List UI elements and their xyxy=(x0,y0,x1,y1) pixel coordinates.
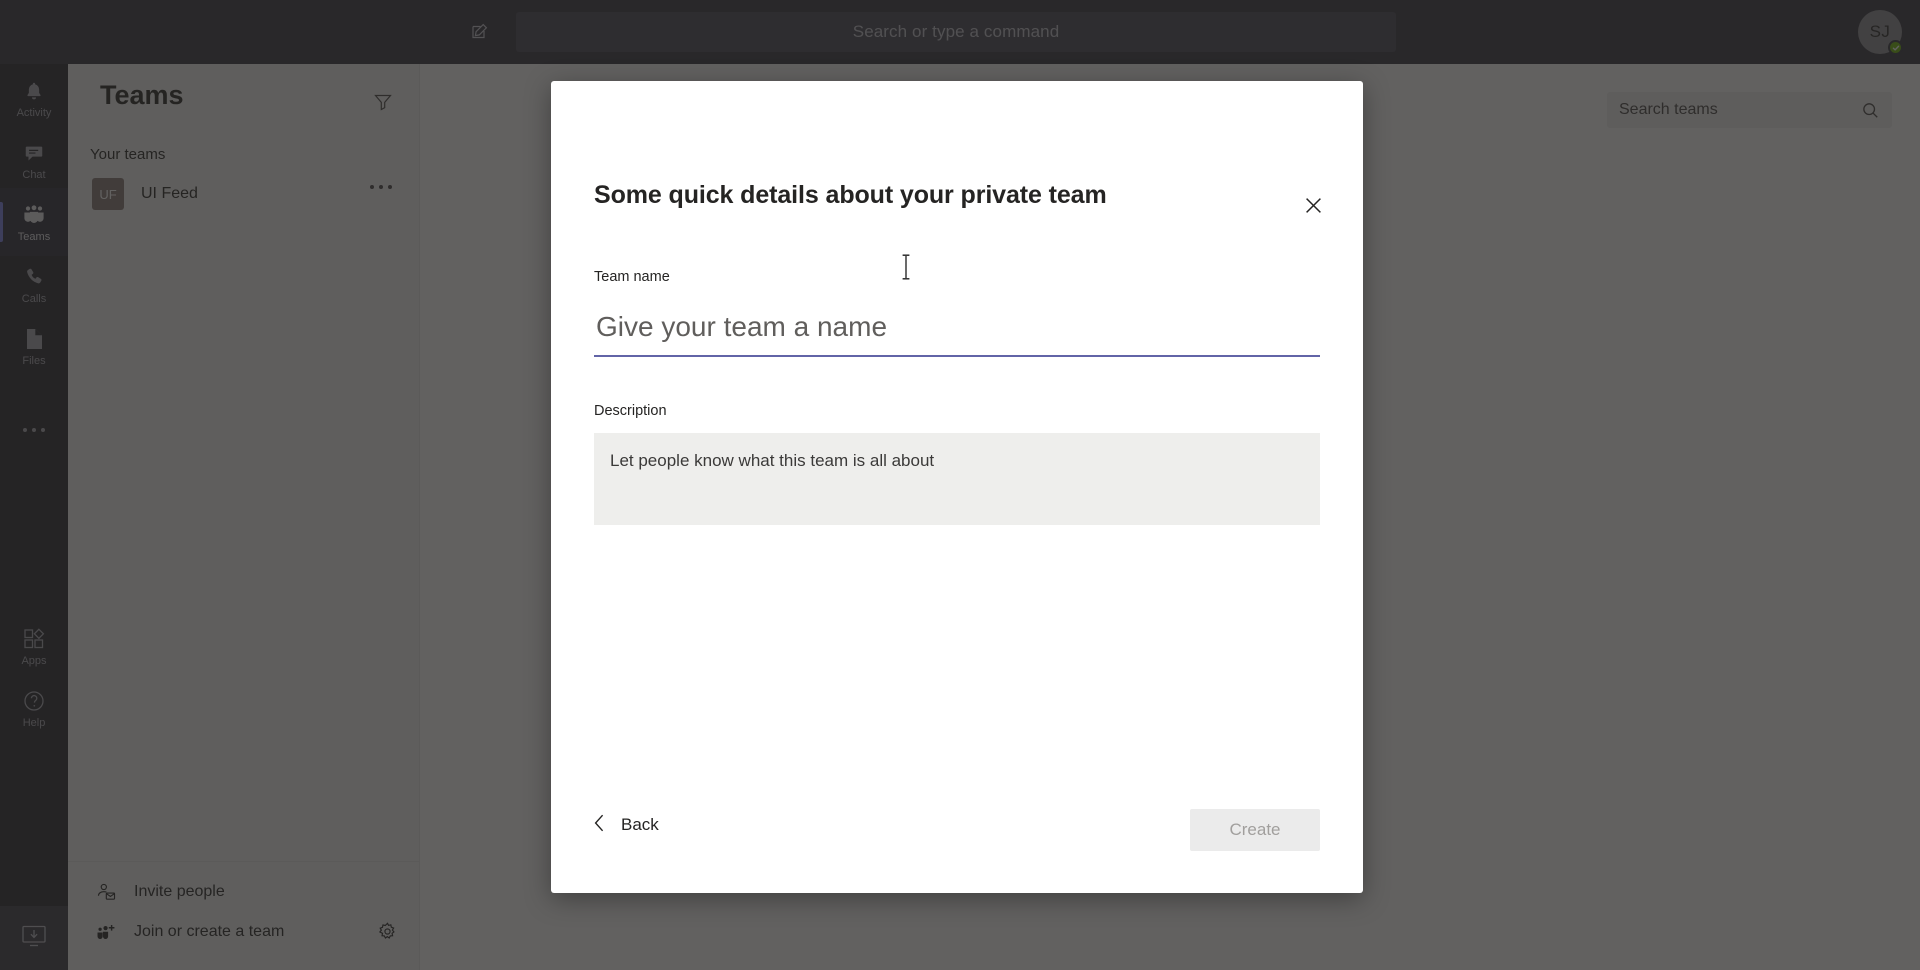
back-button[interactable]: Back xyxy=(594,805,659,845)
description-label: Description xyxy=(594,403,667,419)
create-button[interactable]: Create xyxy=(1190,809,1320,851)
description-input[interactable] xyxy=(594,433,1320,525)
team-name-input[interactable] xyxy=(594,305,1320,357)
teams-app-window: Search or type a command SJ Activity xyxy=(0,0,1920,970)
text-cursor xyxy=(900,252,914,282)
create-team-details-dialog: Some quick details about your private te… xyxy=(551,81,1363,893)
dialog-title: Some quick details about your private te… xyxy=(594,181,1107,209)
close-icon[interactable] xyxy=(1297,189,1329,221)
chevron-left-icon xyxy=(594,814,605,837)
back-label: Back xyxy=(621,815,659,834)
team-name-label: Team name xyxy=(594,269,670,285)
